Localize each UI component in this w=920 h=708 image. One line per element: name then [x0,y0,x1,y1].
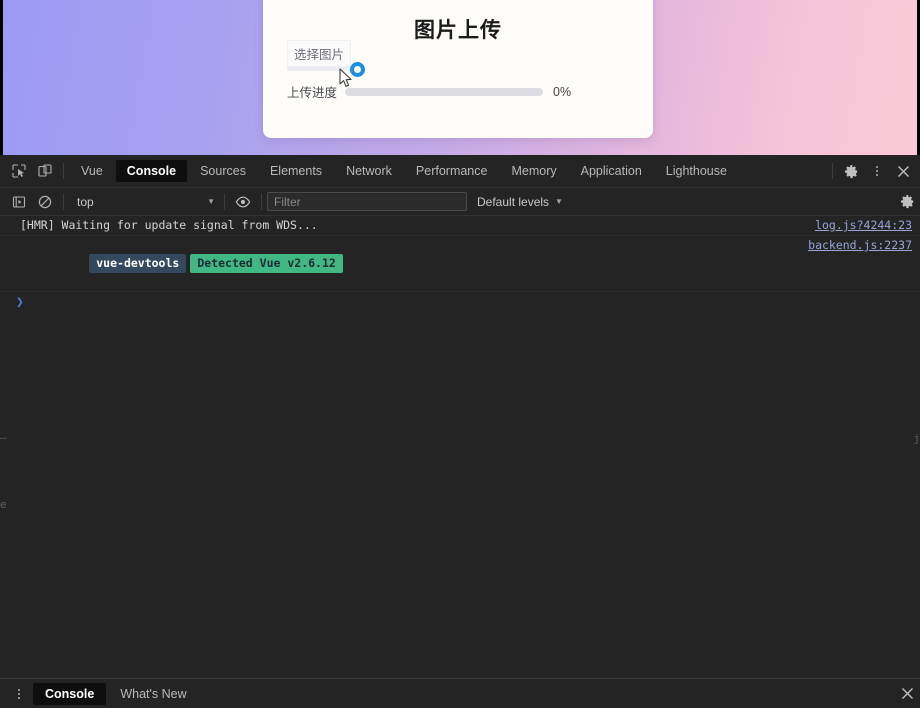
vue-version-badge: Detected Vue v2.6.12 [190,254,343,273]
inspect-element-icon[interactable] [6,158,32,184]
drawer-tab-whats-new[interactable]: What's New [108,683,198,705]
filterbar-divider-1 [63,193,64,210]
viewport-artifact-left-top: — [0,431,7,444]
tab-sources[interactable]: Sources [189,160,257,182]
page-title: 图片上传 [414,19,502,42]
console-filter-toolbar: top ▼ Default levels ▼ [0,188,920,216]
viewport-artifact-left-bottom: e [0,498,7,511]
filterbar-divider-2 [224,193,225,210]
viewport-left-edge [0,0,3,155]
progress-label: 上传进度 [287,86,338,100]
clear-console-icon[interactable] [32,189,58,215]
devtools-tab-list: Vue Console Sources Elements Network Per… [69,160,827,182]
select-image-button[interactable]: 选择图片 [287,40,352,67]
console-settings-gear-icon[interactable] [894,189,920,215]
console-prompt[interactable]: ❯ [0,292,920,312]
console-output[interactable]: [HMR] Waiting for update signal from WDS… [0,216,920,678]
levels-chevron-down-icon: ▼ [555,197,563,206]
tab-memory[interactable]: Memory [500,160,567,182]
chevron-down-icon: ▼ [207,197,215,206]
console-filter-input[interactable] [267,192,467,211]
console-prompt-caret-icon: ❯ [16,294,24,310]
page-viewport: 图片上传 选择图片 上传进度 0% [0,0,920,155]
console-message-hmr[interactable]: [HMR] Waiting for update signal from WDS… [0,216,920,236]
screenshot-root: 图片上传 选择图片 上传进度 0% Vue Console Sources El… [0,0,920,708]
execute-sidebar-icon[interactable] [6,189,32,215]
close-drawer-icon[interactable] [894,681,920,707]
console-message-text: [HMR] Waiting for update signal from WDS… [20,218,318,232]
devtools-panel: Vue Console Sources Elements Network Per… [0,155,920,708]
upload-progress-row: 上传进度 0% [287,82,571,101]
tabbar-divider [63,163,64,179]
viewport-artifact-right: j [913,432,920,445]
devtools-tabbar-actions [827,158,920,184]
file-select-row: 选择图片 [287,40,365,87]
tab-elements[interactable]: Elements [259,160,333,182]
tab-network[interactable]: Network [335,160,403,182]
console-message-vue-devtools[interactable]: vue-devtools Detected Vue v2.6.12 backend… [0,236,920,292]
console-message-badges: vue-devtools Detected Vue v2.6.12 [20,237,796,290]
log-levels-selector[interactable]: Default levels ▼ [477,195,563,209]
filterbar-divider-3 [261,193,262,210]
tab-performance[interactable]: Performance [405,160,499,182]
live-expression-eye-icon[interactable] [230,189,256,215]
execution-context-selector[interactable]: top ▼ [69,195,219,209]
vue-devtools-badge: vue-devtools [89,254,187,273]
close-devtools-icon[interactable] [890,158,916,184]
progress-bar [345,87,544,96]
file-picker[interactable]: 选择图片 [287,40,365,87]
devtools-tabbar: Vue Console Sources Elements Network Per… [0,155,920,188]
tabbar-actions-divider [832,163,833,179]
progress-percent-text: 0% [553,84,572,99]
console-message-source-link[interactable]: log.js?4244:23 [803,217,912,234]
upload-card: 图片上传 选择图片 上传进度 0% [263,0,653,138]
log-levels-label: Default levels [477,194,550,209]
device-toolbar-icon[interactable] [32,158,58,184]
settings-gear-icon[interactable] [838,158,864,184]
tab-vue[interactable]: Vue [70,160,114,182]
execution-context-label: top [77,194,94,209]
file-input-underline [287,66,359,71]
tab-application[interactable]: Application [570,160,653,182]
tab-console[interactable]: Console [115,160,188,182]
more-options-kebab-icon[interactable] [864,158,890,184]
drawer-more-options-icon[interactable] [6,681,32,707]
upload-spinner-icon [350,62,365,77]
devtools-drawer: Console What's New [0,678,920,708]
drawer-tab-console[interactable]: Console [33,682,107,705]
tab-lighthouse[interactable]: Lighthouse [655,160,738,182]
console-message-source-link[interactable]: backend.js:2237 [796,237,912,254]
